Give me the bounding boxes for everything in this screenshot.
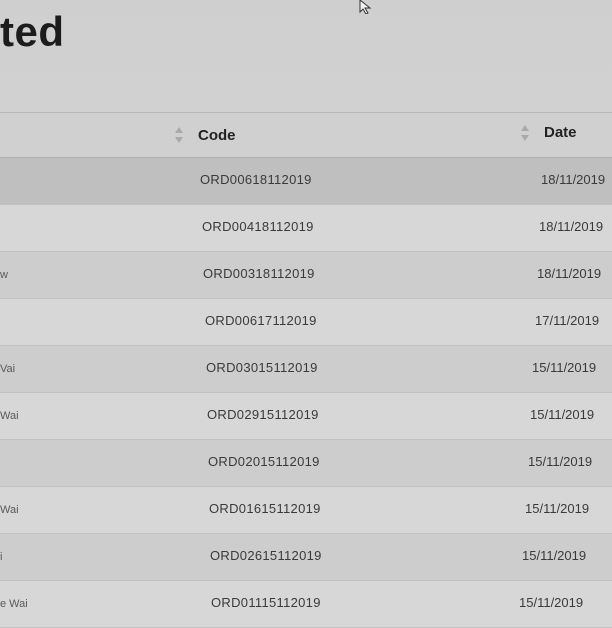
row-code: ORD03015112019	[206, 360, 318, 375]
row-code: ORD01615112019	[209, 501, 321, 516]
table-row[interactable]: Vai ORD03015112019 15/11/2019	[0, 346, 612, 393]
table-row[interactable]: e Wai ORD01115112019 15/11/2019	[0, 581, 612, 628]
row-name: Vai	[0, 363, 16, 375]
row-name: e Wai	[0, 598, 28, 610]
row-code: ORD02615112019	[210, 548, 322, 563]
row-code: ORD00418112019	[202, 219, 314, 234]
row-code: ORD00318112019	[203, 266, 315, 281]
table-body: ORD00618112019 18/11/2019 ORD00418112019…	[0, 158, 612, 628]
row-code: ORD00617112019	[205, 313, 317, 328]
row-date: 18/11/2019	[537, 266, 602, 281]
page-title: ted	[0, 8, 65, 55]
row-code: ORD02915112019	[207, 407, 319, 422]
row-name: Wai	[0, 410, 19, 422]
row-name: i	[0, 551, 3, 563]
table-row[interactable]: ORD00418112019 18/11/2019	[0, 205, 612, 252]
table-row[interactable]: Wai ORD01615112019 15/11/2019	[0, 487, 612, 534]
row-date: 15/11/2019	[532, 360, 597, 375]
row-date: 15/11/2019	[519, 595, 584, 610]
row-date: 18/11/2019	[541, 172, 606, 187]
row-date: 18/11/2019	[539, 219, 604, 234]
sort-icon[interactable]	[174, 126, 184, 144]
table-row[interactable]: i ORD02615112019 15/11/2019	[0, 534, 612, 581]
row-date: 15/11/2019	[522, 548, 587, 563]
row-name: w	[0, 269, 8, 281]
row-code: ORD02015112019	[208, 454, 320, 469]
column-header-code[interactable]: Code	[198, 127, 236, 144]
row-date: 15/11/2019	[528, 454, 593, 469]
row-date: 15/11/2019	[525, 501, 590, 516]
mouse-pointer-icon	[359, 0, 372, 14]
row-code: ORD01115112019	[211, 595, 321, 610]
column-header-date[interactable]: Date	[544, 124, 577, 141]
row-name: Wai	[0, 504, 19, 516]
table-row[interactable]: w ORD00318112019 18/11/2019	[0, 252, 612, 299]
sort-icon[interactable]	[520, 124, 530, 142]
table-header: Code Date	[0, 112, 612, 159]
row-date: 17/11/2019	[535, 313, 600, 328]
row-code: ORD00618112019	[200, 172, 312, 187]
table-row[interactable]: ORD00617112019 17/11/2019	[0, 299, 612, 346]
table-row[interactable]: Wai ORD02915112019 15/11/2019	[0, 393, 612, 440]
row-date: 15/11/2019	[530, 407, 595, 422]
screen: ted Code Date ORD00618112019 18/11/2019 …	[0, 0, 612, 628]
table-row[interactable]: ORD00618112019 18/11/2019	[0, 158, 612, 205]
table-row[interactable]: ORD02015112019 15/11/2019	[0, 440, 612, 487]
